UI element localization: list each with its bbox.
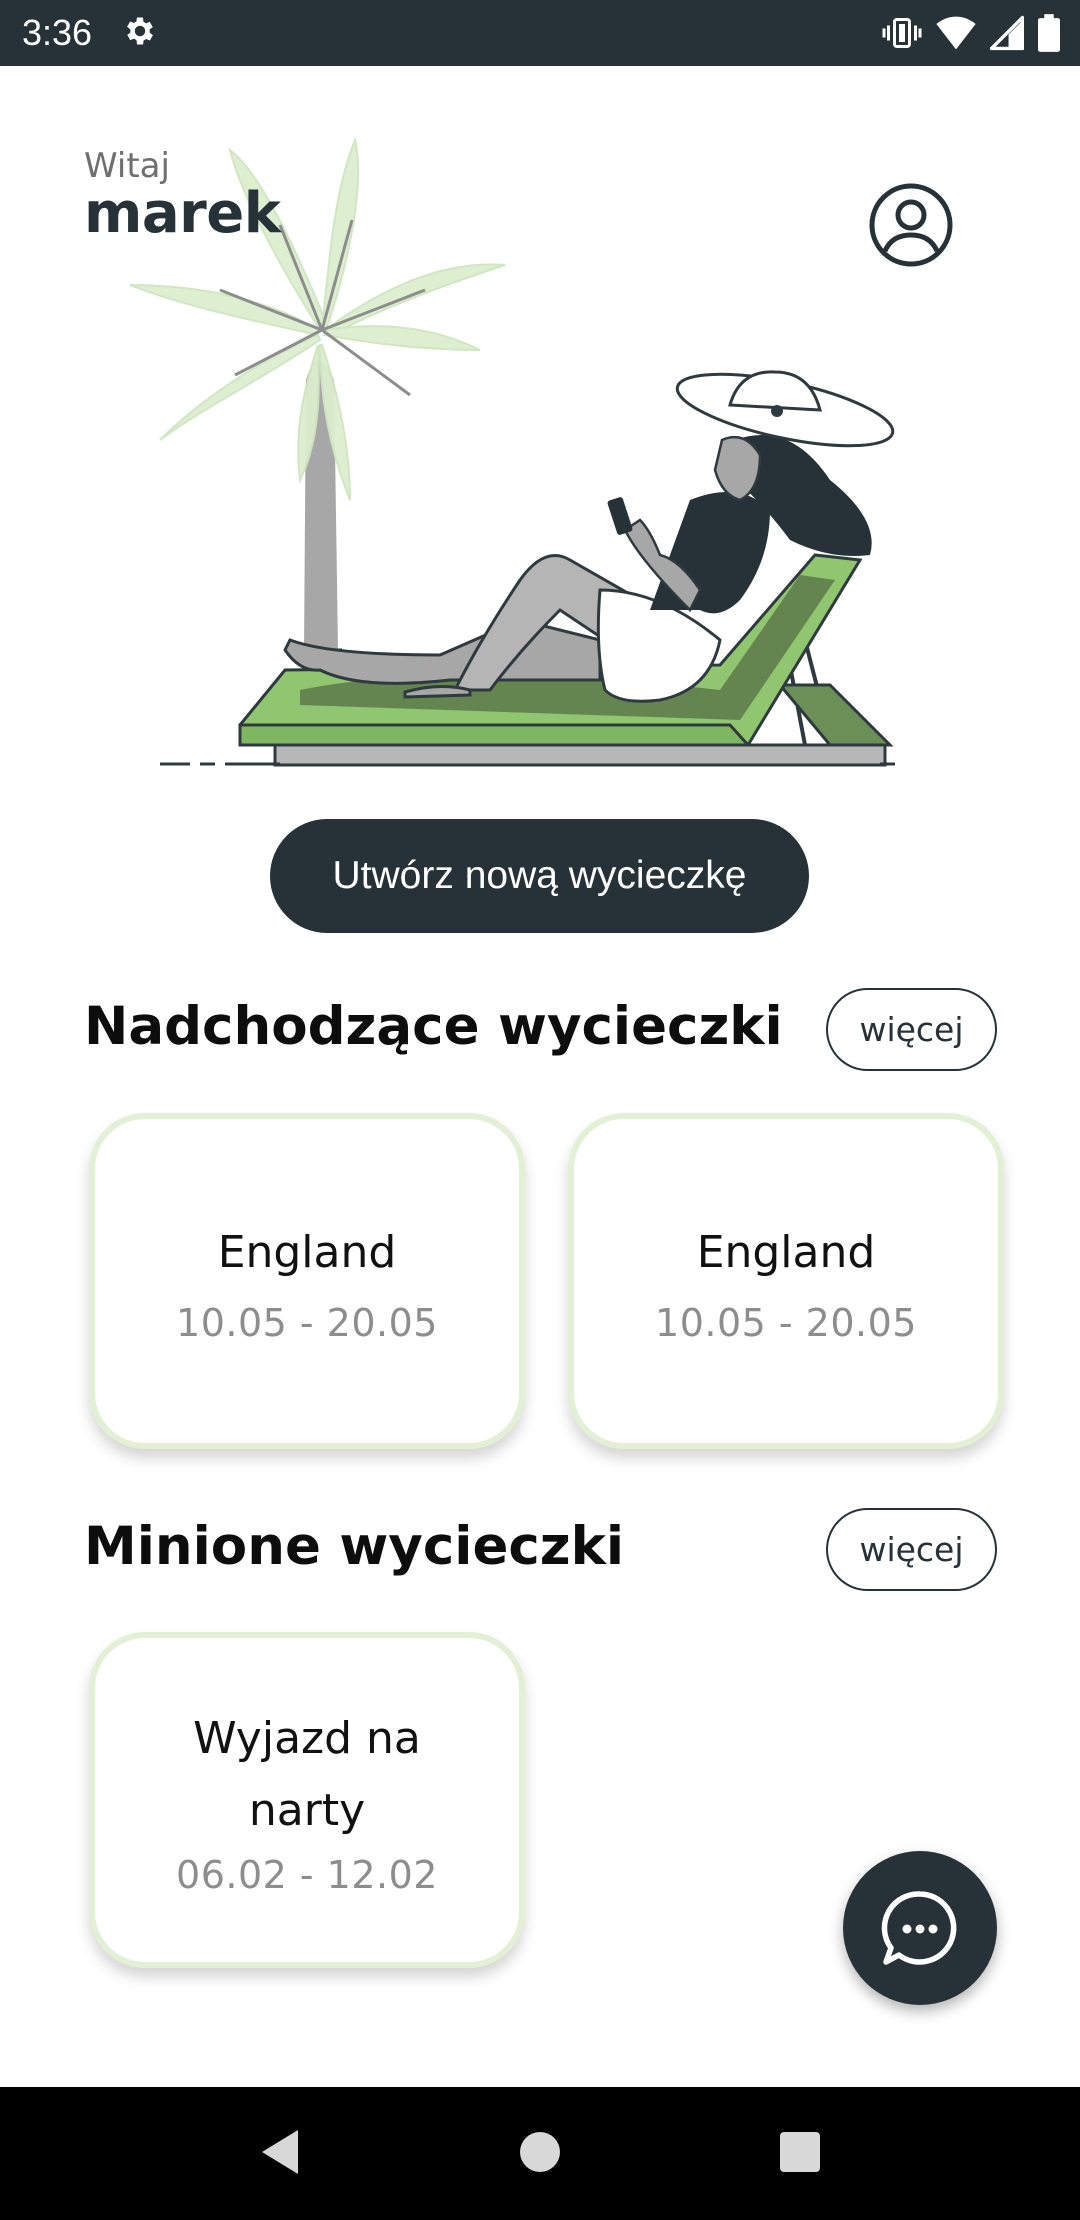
status-left: 3:36	[22, 12, 158, 54]
user-name: marek	[84, 181, 281, 247]
trip-name: Wyjazd na narty	[193, 1713, 421, 1836]
upcoming-trips-title: Nadchodzące wycieczki	[84, 996, 783, 1057]
trip-card[interactable]: England 10.05 - 20.05	[568, 1113, 1004, 1449]
trip-dates: 06.02 - 12.02	[176, 1853, 438, 1897]
status-time: 3:36	[22, 12, 93, 53]
past-trips-title: Minione wycieczki	[84, 1516, 625, 1577]
upcoming-more-button[interactable]: więcej	[826, 988, 997, 1071]
app-screen: 3:36 Witaj marek Utwórz nową wycieczkę N…	[0, 0, 1080, 2220]
system-nav-bar	[0, 2087, 1080, 2220]
trip-card[interactable]: Wyjazd na narty 06.02 - 12.02	[89, 1632, 525, 1968]
home-icon[interactable]	[518, 2130, 562, 2178]
trip-card[interactable]: England 10.05 - 20.05	[89, 1113, 525, 1449]
recents-icon[interactable]	[778, 2130, 822, 2178]
trip-name: England	[696, 1227, 876, 1278]
back-icon[interactable]	[258, 2128, 302, 2180]
past-more-button[interactable]: więcej	[826, 1508, 997, 1591]
status-bar: 3:36	[0, 0, 1080, 66]
greeting-label: Witaj	[84, 146, 170, 186]
greeting: Witaj marek	[84, 146, 281, 247]
status-right	[882, 14, 1060, 52]
trip-dates: 10.05 - 20.05	[176, 1301, 438, 1345]
account-circle-icon	[869, 183, 953, 267]
chat-bubble-icon	[881, 1891, 957, 1965]
battery-icon	[1038, 14, 1060, 52]
chat-button[interactable]	[843, 1851, 997, 2005]
trip-name: England	[217, 1227, 397, 1278]
wifi-icon	[936, 15, 976, 51]
trip-dates: 10.05 - 20.05	[655, 1301, 917, 1345]
create-trip-button[interactable]: Utwórz nową wycieczkę	[270, 819, 809, 933]
settings-icon	[122, 13, 158, 53]
profile-button[interactable]	[868, 182, 954, 268]
vibrate-icon	[882, 15, 922, 51]
signal-icon	[990, 15, 1024, 51]
